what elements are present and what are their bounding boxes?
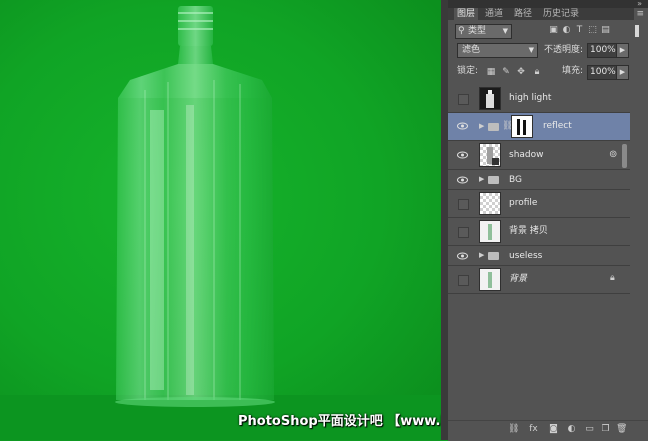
mask-thumbnail[interactable] [511,115,533,138]
layer-name: shadow [509,150,544,160]
fx-icon[interactable]: fx [528,424,539,435]
chevron-down-icon: ▼ [502,27,508,35]
filter-toggle[interactable] [635,25,639,37]
layer-name: profile [509,198,538,208]
layer-name: useless [509,251,543,261]
lock-transparent-icon[interactable]: ▦ [486,67,496,77]
folder-icon [488,252,499,260]
lock-icon: 🔒︎ [610,273,615,283]
type-filter-icon[interactable]: T [574,25,585,36]
visibility-toggle[interactable] [458,199,469,210]
lock-all-icon[interactable]: 🔒︎ [532,67,542,77]
layer-thumbnail [479,87,501,110]
watermark-text: PhotoShop平面设计吧 【www.linecg.com/tieba/178… [238,414,441,429]
document-canvas[interactable]: PhotoShop平面设计吧 【www.linecg.com/tieba/178… [0,0,441,440]
folder-icon [488,176,499,184]
expand-triangle-icon[interactable]: ▶ [479,175,484,183]
canvas-scrollbar[interactable] [441,0,448,440]
blend-mode-value: 滤色 [462,45,481,55]
layers-scrollbar[interactable] [622,144,627,168]
link-layers-icon[interactable]: ⛓ [508,424,519,435]
layer-name: 背景 拷贝 [509,226,548,236]
add-mask-icon[interactable]: ◙ [548,424,559,435]
tab-paths[interactable]: 路径 [511,8,535,20]
delete-layer-icon[interactable]: 🗑︎ [616,424,627,435]
layer-row-bg[interactable]: ▶ BG [448,170,630,190]
layer-thumbnail [479,268,501,291]
layer-filter-select[interactable]: ⚲ 类型 ▼ [455,24,512,39]
smart-filter-icon[interactable]: ⊚ [609,149,617,160]
fill-field[interactable]: 100% [587,65,617,80]
layer-thumbnail [479,143,501,167]
bottle-image [115,6,275,407]
adjustment-filter-icon[interactable]: ◐ [561,25,572,36]
fill-label: 填充: [562,66,584,76]
visibility-toggle[interactable] [458,94,469,105]
visibility-toggle[interactable] [458,227,469,238]
layer-name: reflect [543,121,572,131]
adjustment-layer-icon[interactable]: ◐ [566,424,577,435]
panel-title-bar: » [448,0,648,8]
layer-thumbnail [479,220,501,243]
eye-icon[interactable] [457,150,468,160]
chevron-down-icon: ▼ [528,46,534,54]
opacity-field[interactable]: 100% [587,43,617,58]
layer-row-high-light[interactable]: high light [448,85,630,113]
visibility-toggle[interactable] [458,275,469,286]
collapse-icon[interactable]: » [637,0,642,8]
filter-label: 类型 [468,26,487,36]
layer-row-background-copy[interactable]: 背景 拷贝 [448,218,630,246]
panel-menu-icon[interactable]: ≡ [636,10,644,19]
eye-icon[interactable] [457,121,468,131]
fill-dropdown-button[interactable]: ▶ [616,65,629,80]
tab-layers[interactable]: 图层 [454,8,479,20]
layer-row-reflect[interactable]: ▶ ⛓ reflect [448,113,630,141]
layer-row-shadow[interactable]: shadow ⊚ [448,141,630,170]
layer-row-profile[interactable]: profile [448,190,630,218]
smart-object-filter-icon[interactable]: ▤ [600,25,611,36]
folder-icon [488,123,499,131]
lock-position-icon[interactable]: ✥ [516,67,526,77]
shape-filter-icon[interactable]: ⬚ [587,25,598,36]
image-filter-icon[interactable]: ▣ [548,25,559,36]
lock-label: 锁定: [457,66,479,76]
new-group-icon[interactable]: ▭ [584,424,595,435]
new-layer-icon[interactable]: ❐ [600,424,611,435]
layer-row-useless[interactable]: ▶ useless [448,246,630,266]
tab-history[interactable]: 历史记录 [540,8,582,20]
layer-row-background[interactable]: 背景 🔒︎ [448,266,630,294]
layer-name: 背景 [509,274,528,284]
opacity-label: 不透明度: [544,45,584,55]
opacity-dropdown-button[interactable]: ▶ [616,43,629,58]
layer-name: high light [509,93,552,103]
search-icon: ⚲ [458,26,465,36]
expand-triangle-icon[interactable]: ▶ [479,122,484,130]
blend-mode-select[interactable]: 滤色 ▼ [457,43,538,58]
eye-icon[interactable] [457,175,468,185]
expand-triangle-icon[interactable]: ▶ [479,251,484,259]
tab-channels[interactable]: 通道 [482,8,506,20]
layers-panel: » 图层 通道 路径 历史记录 ≡ ⚲ 类型 ▼ ▣ ◐ T ⬚ ▤ 滤色 ▼ … [448,0,648,441]
layer-name: BG [509,175,522,185]
layer-thumbnail [479,192,501,215]
lock-image-icon[interactable]: ✎ [501,67,511,77]
eye-icon[interactable] [457,251,468,261]
